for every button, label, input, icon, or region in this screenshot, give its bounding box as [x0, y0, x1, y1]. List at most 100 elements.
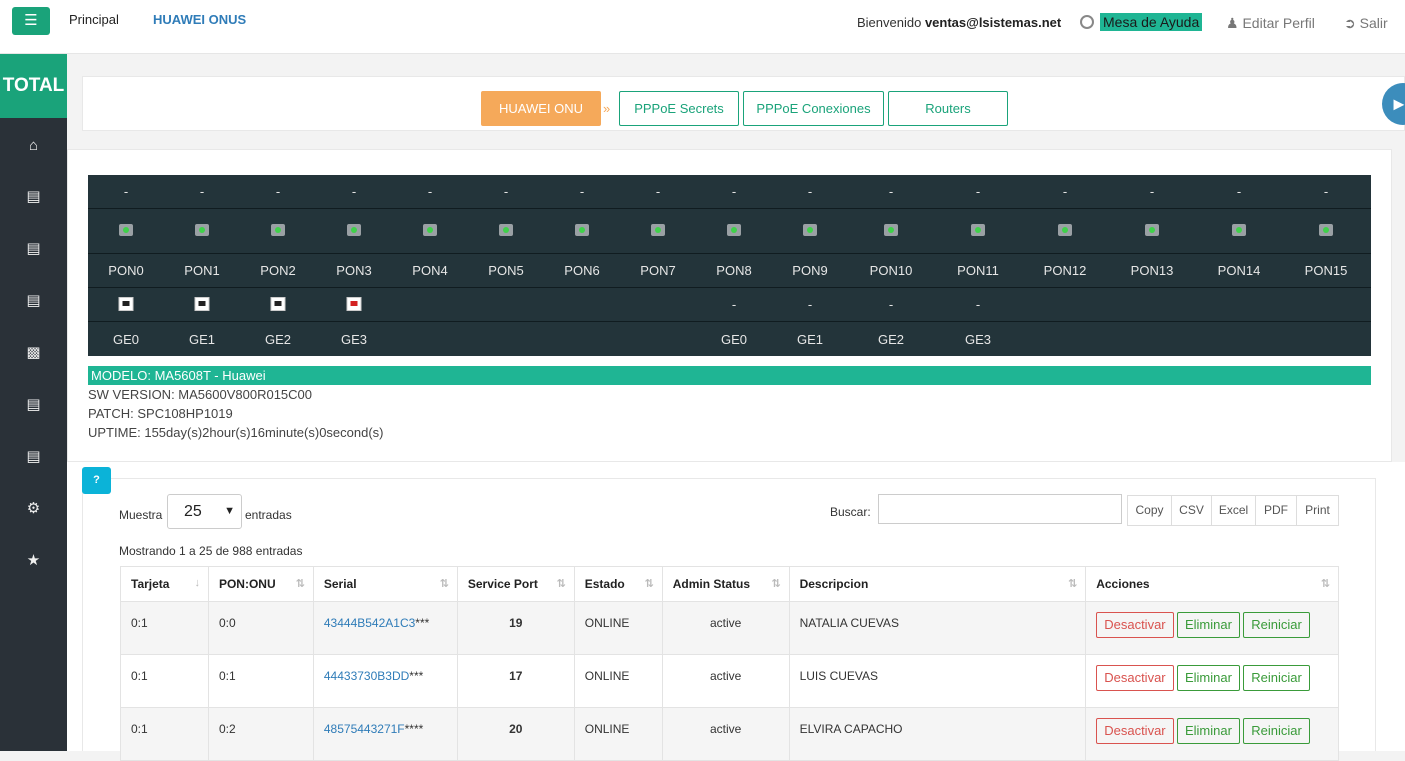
pon-port-icon[interactable]: [1058, 224, 1072, 239]
nav-principal[interactable]: Principal: [69, 12, 119, 27]
pon-status: -: [579, 184, 585, 199]
help-link[interactable]: Mesa de Ayuda: [1080, 13, 1203, 31]
gear-icon[interactable]: ⚙: [0, 499, 67, 517]
bar-chart-icon[interactable]: ▩: [0, 343, 67, 361]
column-header-pon-onu[interactable]: PON:ONU ⇅: [207, 566, 314, 602]
serial-link[interactable]: 48575443271F: [324, 722, 405, 736]
pon-port-icon[interactable]: [1319, 224, 1333, 239]
cell-pon-onu: 0:1: [207, 654, 314, 708]
star-icon[interactable]: ★: [0, 551, 67, 569]
delete-button[interactable]: Eliminar: [1176, 665, 1240, 691]
ge-label: GE1: [188, 332, 216, 347]
show-label: Muestra: [119, 508, 163, 522]
pdf-button[interactable]: PDF: [1255, 495, 1297, 526]
device-uptime: UPTIME: 155day(s)2hour(s)16minute(s)0sec…: [88, 425, 384, 440]
hamburger-icon[interactable]: ☰: [12, 7, 50, 35]
search-input[interactable]: [878, 494, 1122, 524]
column-header-service-port[interactable]: Service Port ⇅: [456, 566, 575, 602]
pon-port-icon[interactable]: [347, 224, 361, 239]
column-header-tarjeta[interactable]: Tarjeta ↓: [120, 566, 209, 602]
column-header-descripcion[interactable]: Descripcion ⇅: [788, 566, 1087, 602]
home-icon[interactable]: ⌂: [0, 137, 67, 154]
column-header-estado[interactable]: Estado ⇅: [573, 566, 663, 602]
header-label: Estado: [584, 577, 625, 591]
header-label: Tarjeta: [131, 577, 170, 591]
server-icon[interactable]: ▤: [0, 239, 67, 257]
step-pppoe-secrets[interactable]: PPPoE Secrets: [619, 91, 739, 126]
pon-port-icon[interactable]: [271, 224, 285, 239]
ethernet-down-icon[interactable]: [346, 297, 362, 314]
serial-link[interactable]: 43444B542A1C3: [324, 616, 415, 630]
logout-link[interactable]: ➲ Salir: [1344, 15, 1388, 32]
header-label: Descripcion: [799, 577, 869, 591]
ge-label: GE3: [340, 332, 368, 347]
server-icon[interactable]: ▤: [0, 447, 67, 465]
table-row: 0:1 0:1 44433730B3DD*** 17 ONLINE active…: [120, 654, 1339, 708]
sort-icon: ⇅: [644, 578, 654, 590]
ethernet-up-icon[interactable]: [270, 297, 286, 314]
step-huawei-onu[interactable]: HUAWEI ONU: [481, 91, 601, 126]
pon-port-icon[interactable]: [423, 224, 437, 239]
welcome-prefix: Bienvenido: [857, 15, 922, 30]
pon-label: PON5: [488, 263, 524, 278]
column-header-serial[interactable]: Serial ⇅: [312, 566, 458, 602]
pon-port-icon[interactable]: [727, 224, 741, 239]
device-patch: PATCH: SPC108HP1019: [88, 406, 233, 421]
column-header-admin-status[interactable]: Admin Status ⇅: [661, 566, 790, 602]
restart-button[interactable]: Reiniciar: [1243, 665, 1310, 691]
pon-status: -: [731, 184, 737, 199]
server-icon[interactable]: ▤: [0, 187, 67, 205]
ge-status: -: [731, 297, 737, 312]
copy-button[interactable]: Copy: [1127, 495, 1172, 526]
ethernet-up-icon[interactable]: [118, 297, 134, 314]
sort-icon: ⇅: [1068, 578, 1078, 590]
pon-port-icon[interactable]: [971, 224, 985, 239]
pon-port-icon[interactable]: [119, 224, 133, 239]
brand-logo[interactable]: TOTAL: [0, 54, 67, 118]
device-model: MODELO: MA5608T - Huawei: [88, 366, 1371, 385]
pon-status: -: [123, 184, 129, 199]
pon-status: -: [1323, 184, 1329, 199]
pon-port-icon[interactable]: [499, 224, 513, 239]
deactivate-button[interactable]: Desactivar: [1096, 718, 1174, 744]
nav-huawei-onus[interactable]: HUAWEI ONUS: [153, 12, 246, 27]
cell-tarjeta: 0:1: [120, 707, 209, 761]
ge-label-row: GE0 GE1 GE2 GE3 GE0 GE1 GE2 GE3: [88, 322, 1371, 356]
pon-port-icon[interactable]: [884, 224, 898, 239]
restart-button[interactable]: Reiniciar: [1243, 718, 1310, 744]
delete-button[interactable]: Eliminar: [1176, 612, 1240, 638]
serial-mask: ***: [415, 616, 430, 630]
cell-service-port: 20: [456, 707, 575, 761]
restart-button[interactable]: Reiniciar: [1243, 612, 1310, 638]
welcome-user: ventas@lsistemas.net: [924, 15, 1062, 30]
edit-profile-label: Editar Perfil: [1242, 15, 1315, 31]
pon-status: -: [503, 184, 509, 199]
pon-port-icon[interactable]: [1232, 224, 1246, 239]
ethernet-up-icon[interactable]: [194, 297, 210, 314]
server-icon[interactable]: ▤: [0, 291, 67, 309]
pon-label: PON2: [260, 263, 296, 278]
step-pppoe-conexiones[interactable]: PPPoE Conexiones: [743, 91, 884, 126]
pon-port-icon[interactable]: [1145, 224, 1159, 239]
server-icon[interactable]: ▤: [0, 395, 67, 413]
delete-button[interactable]: Eliminar: [1176, 718, 1240, 744]
pon-port-icon[interactable]: [575, 224, 589, 239]
help-icon[interactable]: ?: [82, 467, 111, 494]
edit-profile-link[interactable]: ♟ Editar Perfil: [1226, 15, 1315, 32]
excel-button[interactable]: Excel: [1211, 495, 1256, 526]
cell-pon-onu: 0:0: [207, 601, 314, 655]
page-size-select[interactable]: 25 ▼: [167, 494, 242, 529]
print-button[interactable]: Print: [1296, 495, 1339, 526]
pon-port-icon[interactable]: [195, 224, 209, 239]
serial-link[interactable]: 44433730B3DD: [324, 669, 409, 683]
sort-icon: ⇅: [771, 578, 781, 590]
deactivate-button[interactable]: Desactivar: [1096, 665, 1174, 691]
csv-button[interactable]: CSV: [1171, 495, 1212, 526]
pon-port-icon[interactable]: [803, 224, 817, 239]
chevron-right-icon: »: [603, 101, 611, 116]
pon-port-icon[interactable]: [651, 224, 665, 239]
cell-serial: 43444B542A1C3***: [312, 601, 458, 655]
column-header-acciones[interactable]: Acciones ⇅: [1085, 566, 1339, 602]
step-routers[interactable]: Routers: [888, 91, 1008, 126]
deactivate-button[interactable]: Desactivar: [1096, 612, 1174, 638]
